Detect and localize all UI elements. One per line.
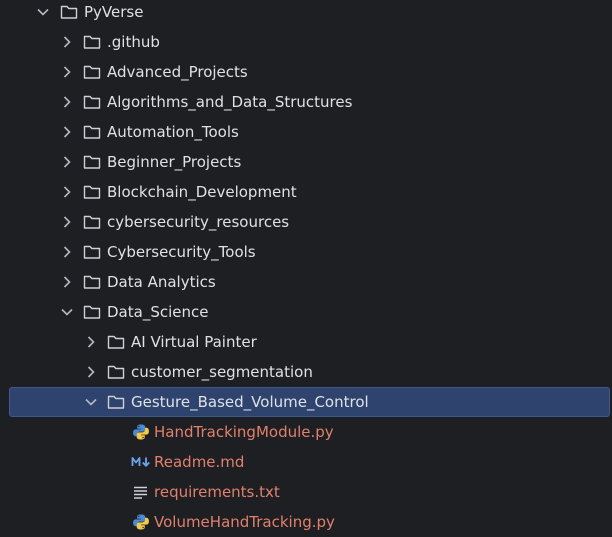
tree-node-label: Data Analytics (107, 273, 216, 291)
project-tree: PyVerse .github Advanced_Projects Algori… (0, 0, 612, 537)
tree-node-label: Advanced_Projects (107, 63, 248, 81)
tree-node-folder[interactable]: Data Analytics (0, 267, 612, 297)
tree-node-folder[interactable]: Advanced_Projects (0, 57, 612, 87)
tree-node-label: customer_segmentation (131, 363, 313, 381)
folder-icon (107, 333, 125, 351)
tree-node-gesture-based-volume-control[interactable]: Gesture_Based_Volume_Control (0, 387, 612, 417)
folder-icon (83, 63, 101, 81)
folder-icon (83, 273, 101, 291)
folder-icon (83, 153, 101, 171)
tree-node-file[interactable]: requirements.txt (0, 477, 612, 507)
tree-node-folder[interactable]: Beginner_Projects (0, 147, 612, 177)
markdown-file-icon (131, 453, 153, 471)
chevron-right-icon[interactable] (60, 35, 74, 49)
chevron-right-icon[interactable] (60, 155, 74, 169)
tree-node-folder[interactable]: customer_segmentation (0, 357, 612, 387)
tree-node-data-science[interactable]: Data_Science (0, 297, 612, 327)
chevron-right-icon[interactable] (60, 125, 74, 139)
tree-node-file[interactable]: Readme.md (0, 447, 612, 477)
folder-icon (83, 183, 101, 201)
python-file-icon (132, 513, 150, 531)
tree-node-label: .github (107, 33, 160, 51)
chevron-right-icon[interactable] (60, 215, 74, 229)
tree-node-pyverse[interactable]: PyVerse (0, 0, 612, 27)
tree-node-label: requirements.txt (154, 483, 280, 501)
tree-node-label: Gesture_Based_Volume_Control (131, 393, 369, 411)
text-file-icon (132, 483, 150, 501)
chevron-down-icon[interactable] (60, 305, 74, 319)
chevron-down-icon[interactable] (84, 395, 98, 409)
tree-node-label: cybersecurity_resources (107, 213, 290, 231)
chevron-right-icon[interactable] (84, 335, 98, 349)
chevron-right-icon[interactable] (60, 65, 74, 79)
tree-node-label: VolumeHandTracking.py (154, 513, 335, 531)
folder-icon (83, 243, 101, 261)
chevron-right-icon[interactable] (60, 185, 74, 199)
tree-node-label: Automation_Tools (107, 123, 239, 141)
folder-icon (83, 213, 101, 231)
tree-node-folder[interactable]: cybersecurity_resources (0, 207, 612, 237)
folder-icon (107, 363, 125, 381)
tree-node-file[interactable]: HandTrackingModule.py (0, 417, 612, 447)
chevron-right-icon[interactable] (60, 245, 74, 259)
chevron-right-icon[interactable] (60, 95, 74, 109)
tree-node-folder[interactable]: Cybersecurity_Tools (0, 237, 612, 267)
tree-node-label: Cybersecurity_Tools (107, 243, 256, 261)
folder-icon (83, 93, 101, 111)
tree-node-label: Data_Science (107, 303, 209, 321)
tree-node-label: Readme.md (154, 453, 245, 471)
tree-node-folder[interactable]: Automation_Tools (0, 117, 612, 147)
folder-icon (60, 3, 78, 21)
tree-node-folder[interactable]: Algorithms_and_Data_Structures (0, 87, 612, 117)
tree-node-file[interactable]: VolumeHandTracking.py (0, 507, 612, 537)
tree-node-label: PyVerse (84, 3, 144, 21)
tree-node-label: HandTrackingModule.py (154, 423, 334, 441)
folder-icon (107, 393, 125, 411)
chevron-right-icon[interactable] (60, 275, 74, 289)
folder-icon (83, 33, 101, 51)
folder-icon (83, 303, 101, 321)
python-file-icon (132, 423, 150, 441)
folder-icon (83, 123, 101, 141)
tree-node-folder[interactable]: Blockchain_Development (0, 177, 612, 207)
tree-node-label: Blockchain_Development (107, 183, 297, 201)
tree-node-label: Beginner_Projects (107, 153, 242, 171)
tree-node-folder[interactable]: AI Virtual Painter (0, 327, 612, 357)
tree-node-label: AI Virtual Painter (131, 333, 257, 351)
chevron-right-icon[interactable] (84, 365, 98, 379)
chevron-down-icon[interactable] (36, 5, 50, 19)
tree-node-label: Algorithms_and_Data_Structures (107, 93, 353, 111)
tree-node-folder[interactable]: .github (0, 27, 612, 57)
